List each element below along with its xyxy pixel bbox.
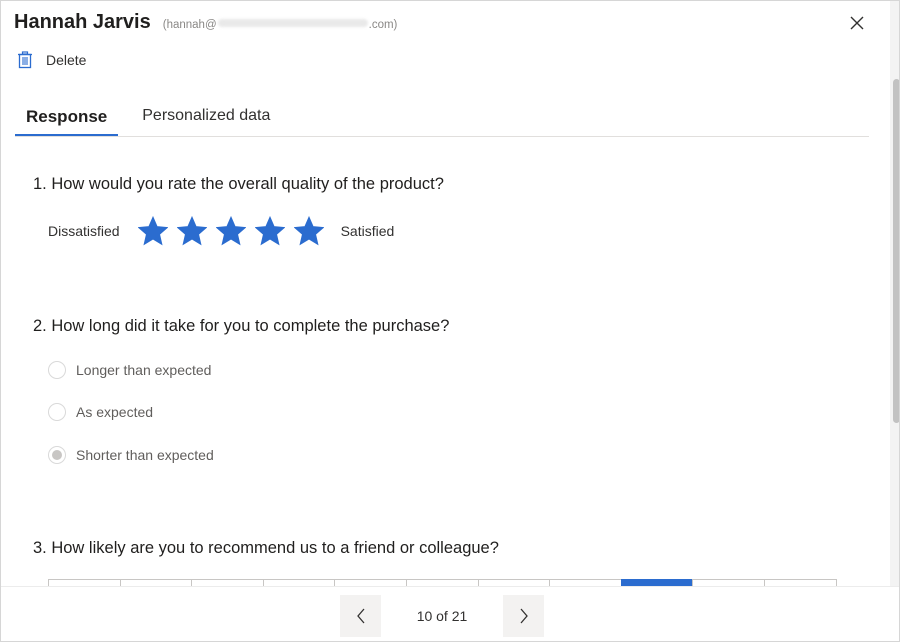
- email-suffix: .com): [368, 19, 398, 31]
- option-longer[interactable]: Longer than expected: [48, 359, 214, 380]
- close-icon: [850, 16, 864, 30]
- response-panel: Hannah Jarvis (hannah@ .com) Delete Resp…: [0, 0, 900, 642]
- previous-button[interactable]: [340, 595, 381, 637]
- star-icon: [177, 216, 208, 246]
- panel-header: Hannah Jarvis (hannah@ .com): [14, 11, 397, 41]
- option-label: Longer than expected: [76, 361, 212, 378]
- star-icon: [294, 216, 325, 246]
- tab-bar: Response Personalized data: [15, 101, 281, 136]
- star-2[interactable]: [173, 213, 212, 249]
- option-as-expected[interactable]: As expected: [48, 402, 214, 423]
- radio-button[interactable]: [48, 360, 66, 379]
- respondent-name: Hannah Jarvis: [14, 11, 151, 33]
- rating-high-label: Satisfied: [340, 223, 395, 239]
- star-4[interactable]: [251, 213, 290, 249]
- choice-options: Longer than expected As expected Shorter…: [48, 359, 214, 487]
- chevron-right-icon: [520, 608, 528, 624]
- email-redaction: [217, 19, 368, 27]
- trash-icon: [18, 51, 32, 69]
- chevron-left-icon: [356, 608, 364, 624]
- star-icon: [138, 216, 169, 246]
- respondent-email: (hannah@ .com): [162, 19, 398, 31]
- star-icon: [255, 216, 286, 246]
- tab-personalized-data[interactable]: Personalized data: [131, 101, 281, 135]
- rating-row: Dissatisfied Satisfied: [48, 213, 394, 249]
- next-button[interactable]: [503, 595, 544, 637]
- scrollbar-thumb[interactable]: [893, 79, 899, 423]
- question-1-title: 1. How would you rate the overall qualit…: [33, 175, 444, 193]
- radio-button[interactable]: [48, 403, 66, 421]
- delete-button[interactable]: Delete: [17, 51, 86, 69]
- pager-status: 10 of 21: [416, 608, 468, 624]
- star-icon: [216, 216, 247, 246]
- star-rating: [134, 213, 329, 249]
- close-button[interactable]: [847, 13, 867, 33]
- pager-footer: 10 of 21: [1, 586, 899, 641]
- option-shorter[interactable]: Shorter than expected: [48, 444, 214, 465]
- email-prefix: (hannah@: [162, 19, 217, 31]
- rating-low-label: Dissatisfied: [48, 223, 120, 239]
- question-2-title: 2. How long did it take for you to compl…: [33, 317, 450, 335]
- delete-label: Delete: [46, 52, 87, 68]
- tabs-divider: [15, 136, 869, 137]
- tab-response[interactable]: Response: [15, 101, 119, 136]
- star-1[interactable]: [134, 213, 173, 249]
- star-3[interactable]: [212, 213, 251, 249]
- question-3-title: 3. How likely are you to recommend us to…: [33, 539, 499, 557]
- radio-button-selected[interactable]: [48, 445, 66, 464]
- option-label: Shorter than expected: [76, 446, 214, 463]
- option-label: As expected: [76, 404, 154, 420]
- star-5[interactable]: [290, 213, 329, 249]
